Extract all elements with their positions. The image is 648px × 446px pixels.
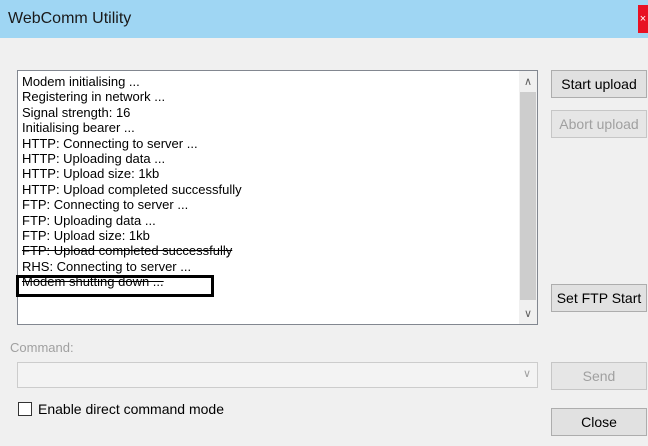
title-bar: WebComm Utility × [0,0,648,38]
log-line: FTP: Upload completed successfully [22,243,233,259]
log-output[interactable]: Modem initialising ... Registering in ne… [17,70,538,325]
log-line: Initialising bearer ... [22,120,135,136]
log-line: HTTP: Uploading data ... [22,150,166,166]
log-line: FTP: Upload size: 1kb [22,227,150,243]
close-button[interactable]: Close [551,408,647,436]
send-button[interactable]: Send [551,362,647,390]
log-line: HTTP: Upload size: 1kb [22,166,160,182]
log-line-highlighted: RHS: Connecting to server ... [22,258,192,274]
log-scrollbar[interactable]: ∧ ∨ [519,71,537,324]
abort-upload-button[interactable]: Abort upload [551,110,647,138]
log-line: Modem shutting down ... [22,274,164,290]
scroll-up-icon[interactable]: ∧ [519,73,537,91]
close-window-button[interactable]: × [638,5,648,33]
log-line: FTP: Uploading data ... [22,212,156,228]
log-line: Modem initialising ... [22,74,140,89]
start-upload-button[interactable]: Start upload [551,70,647,98]
set-ftp-start-button[interactable]: Set FTP Start [551,284,647,312]
direct-command-mode-label: Enable direct command mode [38,401,224,417]
command-combobox[interactable]: ∨ [17,362,538,388]
command-label: Command: [10,340,74,355]
log-line: HTTP: Connecting to server ... [22,135,198,151]
log-line: Signal strength: 16 [22,104,131,120]
chevron-down-icon[interactable]: ∨ [523,367,531,380]
log-lines: Modem initialising ... Registering in ne… [22,74,516,289]
log-line: FTP: Connecting to server ... [22,197,189,213]
log-line: Registering in network ... [22,89,166,105]
log-line: HTTP: Upload completed successfully [22,181,242,197]
scroll-thumb[interactable] [520,92,536,300]
scroll-down-icon[interactable]: ∨ [519,305,537,323]
direct-command-mode-checkbox[interactable] [18,402,32,416]
window-title: WebComm Utility [8,10,132,27]
